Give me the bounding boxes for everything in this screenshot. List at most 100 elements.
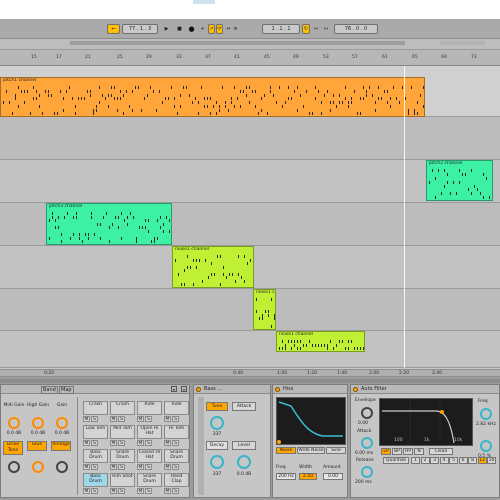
quantize-step-button[interactable]: 16 (487, 457, 496, 464)
drum-pad[interactable]: Hand Clap (164, 473, 189, 487)
pad-solo-button[interactable]: S (91, 464, 98, 470)
hiss-display[interactable] (276, 397, 346, 445)
loop-toggle[interactable]: ↻ (302, 24, 310, 34)
quantize-button[interactable]: Quantize (383, 457, 409, 464)
punch-icon[interactable]: ≡ (232, 24, 239, 34)
quantize-step-button[interactable]: 12 (477, 457, 487, 464)
device-chain-scroll[interactable] (0, 379, 500, 383)
track-lane-6[interactable] (0, 289, 500, 331)
freq-knob[interactable] (480, 408, 492, 420)
drum-pad[interactable]: Snare Drum (164, 449, 189, 463)
macro-knob-7[interactable] (56, 461, 68, 473)
punch-out-icon[interactable]: ↤ (322, 24, 330, 34)
pad-mute-button[interactable]: M (137, 488, 144, 494)
level-label[interactable]: Level (232, 441, 256, 450)
power-icon[interactable] (353, 387, 358, 392)
pad-mute-button[interactable]: M (164, 416, 171, 422)
pad-mute-button[interactable]: M (110, 416, 117, 422)
track-lane-7[interactable] (0, 331, 500, 368)
sine-button[interactable]: Sine (326, 447, 346, 454)
pad-solo-button[interactable]: S (145, 440, 152, 446)
session-record-icon[interactable]: ⟳ (216, 24, 223, 34)
pad-mute-button[interactable]: M (110, 464, 117, 470)
pad-solo-button[interactable]: S (172, 464, 179, 470)
midi-clip-noise1-c[interactable]: noise1 channel (276, 331, 365, 352)
midi-clip-noise1-b[interactable]: noise1 c (253, 289, 276, 330)
drum-pad[interactable]: Snare Drum (110, 449, 135, 463)
macro-high-gain-knob[interactable] (32, 417, 44, 429)
punch-in-icon[interactable]: ↦ (312, 24, 320, 34)
drum-pad[interactable]: Crash (110, 401, 135, 415)
drum-pad[interactable]: Closed Hi Hat (137, 449, 162, 463)
macro-gain-knob[interactable] (56, 417, 68, 429)
midi-clip-noise1-a[interactable]: noise1 channel (172, 246, 254, 288)
time-ruler[interactable]: 0:20 0:40 1:00 1:20 1:40 2:00 2:20 2:40 (0, 369, 500, 377)
playhead[interactable] (404, 66, 405, 368)
pad-solo-button[interactable]: S (145, 416, 152, 422)
loop-icon[interactable]: ↔ (225, 24, 232, 34)
power-icon[interactable] (275, 387, 280, 392)
attack-tab[interactable]: Attack (232, 402, 256, 411)
loop-length-display[interactable]: 76 . 0 . 0 (334, 24, 378, 34)
pad-solo-button[interactable]: S (118, 416, 125, 422)
drum-pad[interactable]: Rim Shot (110, 473, 135, 487)
pad-mute-button[interactable]: M (137, 464, 144, 470)
pad-mute-button[interactable]: M (164, 464, 171, 470)
pad-mute-button[interactable]: M (164, 488, 171, 494)
drum-pad[interactable]: Bass Drum (83, 473, 108, 487)
res-knob[interactable] (480, 440, 492, 452)
wide-noise-button[interactable]: Wide Noise (297, 447, 325, 454)
track-lane-3[interactable] (0, 160, 500, 203)
level-knob[interactable] (237, 455, 251, 469)
auto-filter-display[interactable]: 100 1k 10k (379, 398, 473, 446)
pad-solo-button[interactable]: S (145, 488, 152, 494)
vintage-toggle[interactable]: Vintage (51, 441, 71, 451)
pad-solo-button[interactable]: S (118, 488, 125, 494)
drum-pad[interactable]: Crash (83, 401, 108, 415)
amount-field[interactable]: 0.00 (323, 473, 343, 480)
beat-ruler[interactable]: 15 17 21 25 29 33 37 41 45 49 53 57 61 65 69 73 (0, 50, 500, 66)
follow-button[interactable]: ⇐ (107, 24, 120, 34)
pad-solo-button[interactable]: S (118, 464, 125, 470)
rack-chain-icon[interactable]: ≡ (181, 386, 187, 392)
decay-label[interactable]: Decay (206, 441, 228, 450)
filter-type-button[interactable]: N (414, 448, 424, 455)
pad-mute-button[interactable]: M (137, 440, 144, 446)
pad-solo-button[interactable]: S (91, 416, 98, 422)
track-lane-2[interactable] (0, 117, 500, 160)
clean-select[interactable]: Clean (429, 448, 453, 455)
pad-solo-button[interactable]: S (172, 488, 179, 494)
pad-solo-button[interactable]: S (172, 416, 179, 422)
quantize-step-button[interactable]: 4 (439, 457, 449, 464)
pad-mute-button[interactable]: M (83, 440, 90, 446)
play-icon[interactable]: ▶ (162, 24, 171, 34)
pad-mute-button[interactable]: M (83, 416, 90, 422)
midi-clip-pitch2[interactable]: pitch2 channel (426, 160, 493, 201)
overdub-icon[interactable]: + (199, 24, 206, 34)
filter-type-button[interactable]: LP (381, 448, 391, 455)
rack-toggle-icon[interactable]: ▾ (171, 386, 177, 392)
pad-mute-button[interactable]: M (83, 488, 90, 494)
quantize-step-button[interactable]: 6 (458, 457, 468, 464)
map-tab[interactable]: Map (59, 386, 74, 394)
drum-pad[interactable]: Bass Drum (83, 449, 108, 463)
position-display[interactable]: 1 . 1 . 1 (262, 24, 300, 34)
drum-pad[interactable]: Low Tom (83, 425, 108, 439)
tune-knob[interactable] (210, 416, 224, 430)
drum-pad[interactable]: Ride (137, 401, 162, 415)
width-field[interactable]: 2.50 (299, 473, 317, 480)
band-tab[interactable]: Band (41, 386, 58, 394)
attack-knob[interactable] (361, 437, 373, 449)
pad-mute-button[interactable]: M (110, 440, 117, 446)
overview-strip[interactable] (0, 39, 500, 50)
pad-solo-button[interactable]: S (172, 440, 179, 446)
drum-pad[interactable]: Ride (164, 401, 189, 415)
freq-field[interactable]: 200 Hz (276, 473, 296, 480)
automation-arm-icon[interactable]: ↗ (208, 24, 215, 34)
tune-tab[interactable]: Tune (206, 402, 228, 411)
drum-pad[interactable]: Open Hi Hat (137, 425, 162, 439)
pad-mute-button[interactable]: M (137, 416, 144, 422)
quantize-step-button[interactable]: 3 (430, 457, 439, 464)
tempo-display[interactable]: 77 . 1 . 3 (122, 24, 158, 34)
macro-knob-5[interactable] (8, 461, 20, 473)
